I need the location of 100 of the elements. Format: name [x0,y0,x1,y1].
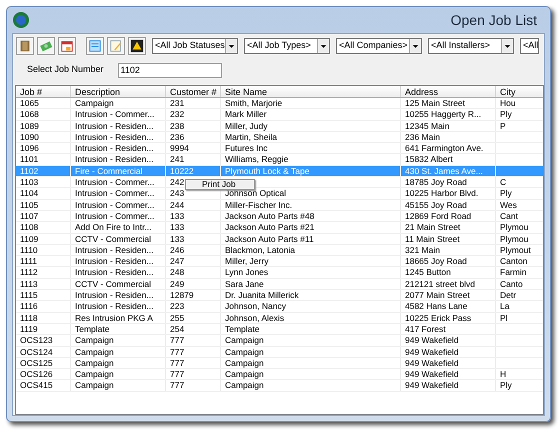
table-cell: 949 Wakefield [401,346,496,357]
table-button[interactable] [86,37,104,55]
triangle-button[interactable] [128,37,146,55]
table-cell: 1108 [16,222,71,233]
table-cell: 1103 [16,177,71,188]
table-cell: Intrusion - Commer... [71,188,166,199]
table-cell: 949 Wakefield [401,335,496,346]
table-cell: 10225 Erick Pass [401,312,496,323]
money-button[interactable] [37,37,55,55]
filter-dropdown[interactable]: <All [520,38,540,54]
table-cell: 18665 Joy Road [401,256,496,266]
column-header[interactable]: Site Name [221,86,401,97]
table-row[interactable]: OCS125 Campaign 777 Campaign 949 Wakefield [16,358,543,370]
table-cell: OCS415 [16,380,71,391]
table-row[interactable]: 1109 CCTV - Commercial 133 Jackson Auto Parts #11 11 Main Street Plymou [16,234,543,245]
table-row[interactable]: 1068 Intrusion - Commer... 232 Mark Miller 10255 Haggerty R... Ply [16,109,543,121]
table-cell: 1104 [16,188,71,199]
table-cell: Template [71,324,166,334]
table-cell: Intrusion - Residen... [71,143,166,154]
table-cell: Lynn Jones [221,267,401,278]
table-row[interactable]: 1090 Intrusion - Residen... 236 Martin, Sheila 236 Main [16,132,543,144]
table-cell: La [496,301,543,312]
door-button[interactable] [16,37,34,55]
table-cell: Template [221,324,401,334]
table-cell: Intrusion - Residen... [71,267,166,278]
table-row[interactable]: 1108 Add On Fire to Intr... 133 Jackson Auto Parts #21 21 Main Street Plymou [16,222,543,234]
table-row[interactable]: 1111 Intrusion - Residen... 247 Miller, Jerry 18665 Joy Road Canton [16,256,543,268]
table-cell: Detr [496,290,543,300]
table-cell: Futures Inc [221,143,401,154]
table-cell: Johnson, Nancy [221,301,401,312]
table-row[interactable]: 1096 Intrusion - Residen... 9994 Futures Inc 641 Farmington Ave. [16,143,543,154]
table-cell: Ply [496,188,543,199]
table-cell: Intrusion - Residen... [71,301,166,312]
table-cell: OCS125 [16,358,71,368]
table-cell: 248 [166,267,221,278]
table-row[interactable]: 1065 Campaign 231 Smith, Marjorie 125 Main Street Hou [16,98,543,110]
table-cell: Plymou [496,234,543,244]
table-row[interactable]: 1115 Intrusion - Residen... 12879 Dr. Juanita Millerick 2077 Main Street Detr [16,290,543,302]
table-row[interactable]: OCS415 Campaign 777 Campaign 949 Wakefield Ply [16,380,543,392]
table-cell: 949 Wakefield [401,369,496,380]
table-row[interactable]: 1119 Template 254 Template 417 Forest [16,324,543,336]
table-row[interactable]: OCS123 Campaign 777 Campaign 949 Wakefield [16,335,543,347]
app-logo-icon [12,11,30,29]
table-cell: Ply [496,109,543,120]
table-cell: Canton [496,256,543,266]
table-row[interactable]: 1105 Intrusion - Commer... 244 Miller-Fischer Inc. 45155 Joy Road Wes [16,200,543,211]
door-icon [18,39,32,53]
column-header[interactable]: City [496,86,543,97]
caret-icon [317,39,329,53]
table-cell: 1110 [16,244,71,256]
table-cell: Intrusion - Residen... [71,132,166,142]
window-title: Open Job List [450,10,538,30]
filter-dropdown[interactable]: <All Companies> [336,38,422,54]
table-row[interactable]: 1089 Intrusion - Residen... 238 Miller, Judy 12345 Main P [16,120,543,132]
table-cell: 777 [166,335,221,346]
table-row[interactable]: 1110 Intrusion - Residen... 246 Blackmon, Latonia 321 Main Plymout [16,244,543,256]
column-header[interactable]: Customer # [166,86,221,97]
table-row[interactable]: OCS126 Campaign 777 Campaign 949 Wakefield H [16,369,543,380]
table-row[interactable]: OCS124 Campaign 777 Campaign 949 Wakefield [16,346,543,358]
column-header[interactable]: Address [401,86,496,97]
table-cell: Campaign [221,380,401,391]
money-icon [39,39,53,53]
table-cell: 254 [166,324,221,334]
table-cell: Plymouth Lock & Tape [221,166,401,176]
column-header[interactable]: Job # [16,86,71,97]
table-cell: 125 Main Street [401,98,496,108]
table-row[interactable]: 1112 Intrusion - Residen... 248 Lynn Jones 1245 Button Farmin [16,267,543,279]
table-cell: 1068 [16,109,71,120]
table-cell: 1096 [16,143,71,154]
job-number-field[interactable]: 1102 [118,62,222,78]
table-cell: Hou [496,98,543,108]
table-row[interactable]: 1118 Res Intrusion PKG A 255 Johnson, Alexis 10225 Erick Pass Pl [16,312,543,324]
menu-item[interactable]: Print Job [186,180,254,189]
table-cell: 238 [166,120,221,131]
table-cell: 1105 [16,200,71,210]
table-row[interactable]: 1107 Intrusion - Commer... 133 Jackson Auto Parts #48 12869 Ford Road Cant [16,210,543,222]
table-cell: Plymout [496,244,543,256]
filter-dropdown[interactable]: <All Job Types> [244,38,330,54]
table-cell: 1113 [16,278,71,290]
table-cell: Intrusion - Commer... [71,109,166,120]
table-cell: 2077 Main Street [401,290,496,300]
table-cell: Campaign [71,346,166,357]
table-cell: 10255 Haggerty R... [401,109,496,120]
table-row[interactable]: 1116 Intrusion - Residen... 223 Johnson, Nancy 4582 Hans Lane La [16,301,543,313]
table-cell: 1115 [16,290,71,300]
table-cell: Miller-Fischer Inc. [221,200,401,210]
table-row[interactable]: 1113 CCTV - Commercial 249 Sara Jane 212121 street blvd Canto [16,278,543,290]
table-cell: 231 [166,98,221,108]
table-cell: 133 [166,222,221,233]
table-cell: 641 Farmington Ave. [401,143,496,154]
column-header[interactable]: Description [71,86,166,97]
filter-dropdown[interactable]: <All Job Statuses [152,38,238,54]
table-cell: 133 [166,210,221,222]
job-number-label: Select Job Number [27,63,104,76]
table-cell: Plymou [496,222,543,233]
calendar-button[interactable] [58,37,76,55]
filter-dropdown[interactable]: <All Installers> [428,38,514,54]
table-cell: 247 [166,256,221,266]
table-cell: Res Intrusion PKG A [71,312,166,323]
table-cell: OCS123 [16,335,71,346]
